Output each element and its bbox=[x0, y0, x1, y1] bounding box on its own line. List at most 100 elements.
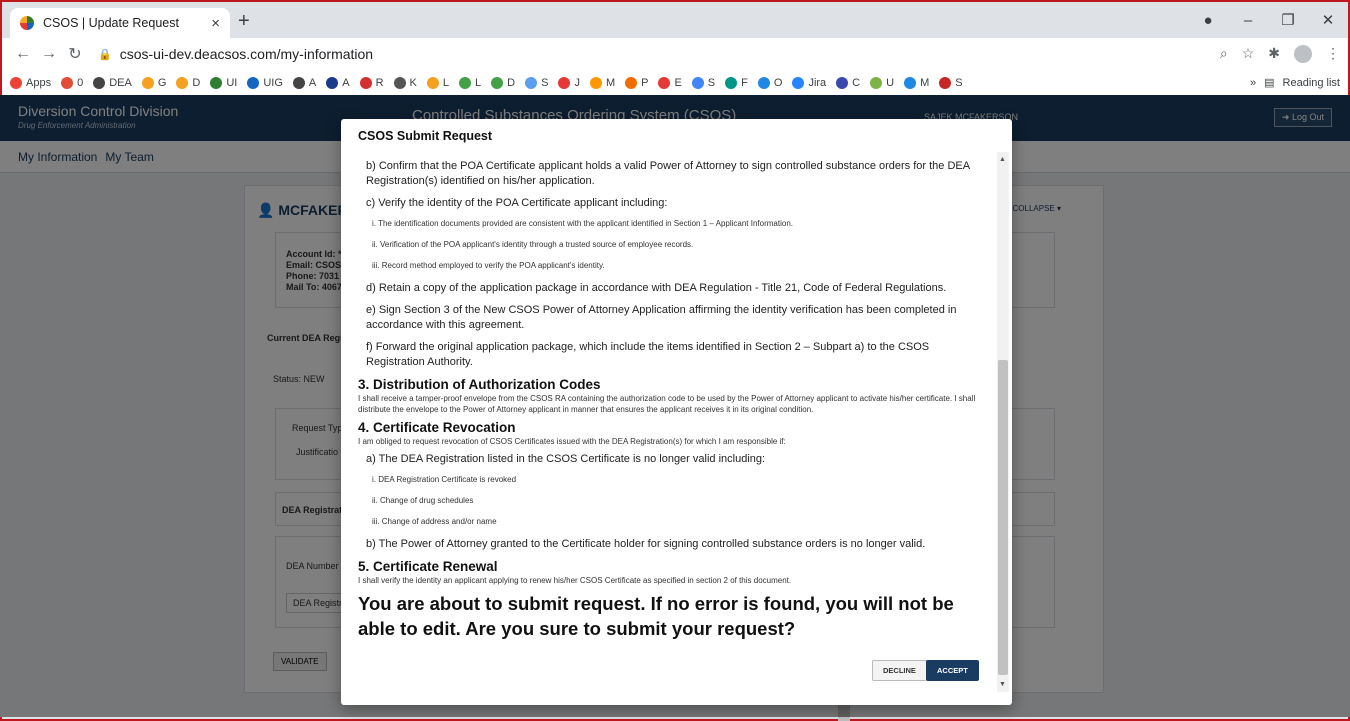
reload-icon[interactable]: ↻ bbox=[62, 44, 88, 64]
scroll-down-icon[interactable]: ▼ bbox=[999, 681, 1006, 688]
bookmark-item[interactable]: S bbox=[691, 76, 715, 89]
toolbar-actions: ⌕ ☆ ✱ ⋮ bbox=[1220, 45, 1340, 63]
profile-dot-icon[interactable]: ● bbox=[1188, 12, 1228, 29]
bookmark-label: UIG bbox=[263, 76, 283, 89]
agreement-text: d) Retain a copy of the application pack… bbox=[366, 282, 947, 294]
reading-list-icon[interactable]: ▤ bbox=[1264, 76, 1274, 89]
window-controls: ● – ❐ ✕ bbox=[1188, 2, 1348, 38]
bookmark-item[interactable]: F bbox=[725, 76, 748, 89]
bookmark-item[interactable]: UIG bbox=[247, 76, 283, 89]
dialog-scrollbar[interactable]: ▲ ▼ bbox=[997, 152, 1009, 692]
bookmark-item[interactable]: G bbox=[141, 76, 167, 89]
bookmark-item[interactable]: U bbox=[870, 76, 894, 89]
bookmark-item[interactable]: S bbox=[939, 76, 963, 89]
bookmark-label: DEA bbox=[109, 76, 132, 89]
bookmark-icon bbox=[757, 76, 770, 89]
forward-icon[interactable]: → bbox=[36, 45, 62, 63]
bookmarks-bar: Apps 0 DEA G D UI UIG A A R K L L D S J M P E S F O Jira C U M S »… bbox=[2, 70, 1348, 96]
address-bar[interactable]: 🔒 csos-ui-dev.deacsos.com /my-informatio… bbox=[98, 46, 373, 62]
bookmark-icon bbox=[141, 76, 154, 89]
menu-icon[interactable]: ⋮ bbox=[1326, 45, 1340, 63]
bookmark-icon bbox=[426, 76, 439, 89]
decline-button[interactable]: DECLINE bbox=[872, 660, 927, 681]
agreement-text: c) Verify the identity of the POA Certif… bbox=[366, 197, 668, 209]
bookmark-item[interactable]: E bbox=[658, 76, 682, 89]
bookmark-item[interactable]: Jira bbox=[792, 76, 827, 89]
bookmark-item[interactable]: A bbox=[292, 76, 317, 89]
bookmark-item[interactable]: L bbox=[459, 76, 481, 89]
url-path: /my-information bbox=[276, 46, 374, 62]
bookmark-label: C bbox=[852, 76, 861, 89]
bookmark-label: A bbox=[342, 76, 350, 89]
avatar[interactable] bbox=[1294, 45, 1312, 63]
bookmark-icon bbox=[10, 76, 22, 89]
close-window-icon[interactable]: ✕ bbox=[1308, 11, 1348, 29]
bookmark-item[interactable]: S bbox=[525, 76, 548, 89]
restore-icon[interactable]: ❐ bbox=[1268, 11, 1308, 29]
bookmark-label: K bbox=[409, 76, 417, 89]
bookmark-item[interactable]: M bbox=[589, 76, 616, 89]
zoom-icon[interactable]: ⌕ bbox=[1220, 45, 1228, 63]
bookmark-icon bbox=[491, 76, 504, 89]
new-tab-button[interactable]: + bbox=[238, 10, 250, 33]
bookmark-item[interactable]: K bbox=[393, 76, 417, 89]
tab-strip: CSOS | Update Request × + ● – ❐ ✕ bbox=[2, 2, 1348, 38]
bookmark-item[interactable]: R bbox=[359, 76, 384, 89]
bookmark-item[interactable]: D bbox=[491, 76, 515, 89]
browser-tab[interactable]: CSOS | Update Request × bbox=[10, 8, 230, 38]
bookmark-label: UI bbox=[226, 76, 238, 89]
scroll-thumb[interactable] bbox=[998, 360, 1008, 675]
bookmark-item[interactable]: M bbox=[904, 76, 929, 89]
star-icon[interactable]: ☆ bbox=[1242, 45, 1255, 63]
bookmark-list: Apps 0 DEA G D UI UIG A A R K L L D S J M P E S F O Jira C U M S bbox=[10, 76, 973, 89]
bookmark-icon bbox=[525, 76, 538, 89]
lock-icon: 🔒 bbox=[98, 48, 112, 61]
submit-request-dialog: CSOS Submit Request b) Confirm that the … bbox=[341, 119, 1012, 705]
bookmark-label: M bbox=[605, 76, 616, 89]
tab-close-icon[interactable]: × bbox=[211, 15, 220, 32]
bookmark-item[interactable]: 0 bbox=[61, 76, 84, 89]
bookmark-icon bbox=[93, 76, 106, 89]
bookmark-icon bbox=[658, 76, 671, 89]
bookmark-item[interactable]: P bbox=[625, 76, 648, 89]
minimize-icon[interactable]: – bbox=[1228, 12, 1268, 29]
bookmark-icon bbox=[939, 76, 952, 89]
bookmark-icon bbox=[292, 76, 305, 89]
scroll-up-icon[interactable]: ▲ bbox=[999, 156, 1006, 163]
bookmark-label: 0 bbox=[77, 76, 84, 89]
agreement-text: i. The identification documents provided… bbox=[372, 219, 793, 228]
bookmark-label: Jira bbox=[808, 76, 827, 89]
reading-list-label[interactable]: Reading list bbox=[1283, 77, 1340, 89]
bookmark-icon bbox=[247, 76, 260, 89]
bookmark-icon bbox=[836, 76, 849, 89]
agreement-text: f) Forward the original application pack… bbox=[366, 341, 930, 368]
bookmark-item[interactable]: A bbox=[326, 76, 350, 89]
bookmark-item[interactable]: L bbox=[426, 76, 449, 89]
more-bookmarks-button[interactable]: » bbox=[1250, 77, 1256, 89]
bookmark-label: R bbox=[375, 76, 384, 89]
bookmark-item[interactable]: Apps bbox=[10, 76, 51, 89]
agreement-text: ii. Verification of the POA applicant's … bbox=[372, 240, 694, 249]
extensions-icon[interactable]: ✱ bbox=[1268, 45, 1280, 63]
bookmark-label: E bbox=[674, 76, 682, 89]
bookmark-icon bbox=[870, 76, 883, 89]
bookmark-label: G bbox=[157, 76, 167, 89]
agreement-text: b) The Power of Attorney granted to the … bbox=[366, 538, 926, 550]
confirmation-warning: You are about to submit request. If no e… bbox=[358, 593, 954, 639]
bookmark-item[interactable]: O bbox=[757, 76, 782, 89]
bookmarks-right: » ▤ Reading list bbox=[1250, 76, 1340, 90]
browser-toolbar: ← → ↻ 🔒 csos-ui-dev.deacsos.com /my-info… bbox=[2, 38, 1348, 70]
bookmark-item[interactable]: J bbox=[558, 76, 580, 89]
bookmark-label: A bbox=[308, 76, 317, 89]
bookmark-icon bbox=[792, 76, 805, 89]
bookmark-label: S bbox=[955, 76, 963, 89]
section-heading: 3. Distribution of Authorization Codes bbox=[358, 377, 601, 392]
agreement-text: I am obliged to request revocation of CS… bbox=[358, 437, 786, 446]
bookmark-item[interactable]: DEA bbox=[93, 76, 132, 89]
bookmark-item[interactable]: D bbox=[176, 76, 200, 89]
back-icon[interactable]: ← bbox=[10, 45, 36, 63]
bookmark-item[interactable]: C bbox=[836, 76, 861, 89]
bookmark-item[interactable]: UI bbox=[210, 76, 238, 89]
bookmark-icon bbox=[558, 76, 571, 89]
accept-button[interactable]: ACCEPT bbox=[926, 660, 979, 681]
